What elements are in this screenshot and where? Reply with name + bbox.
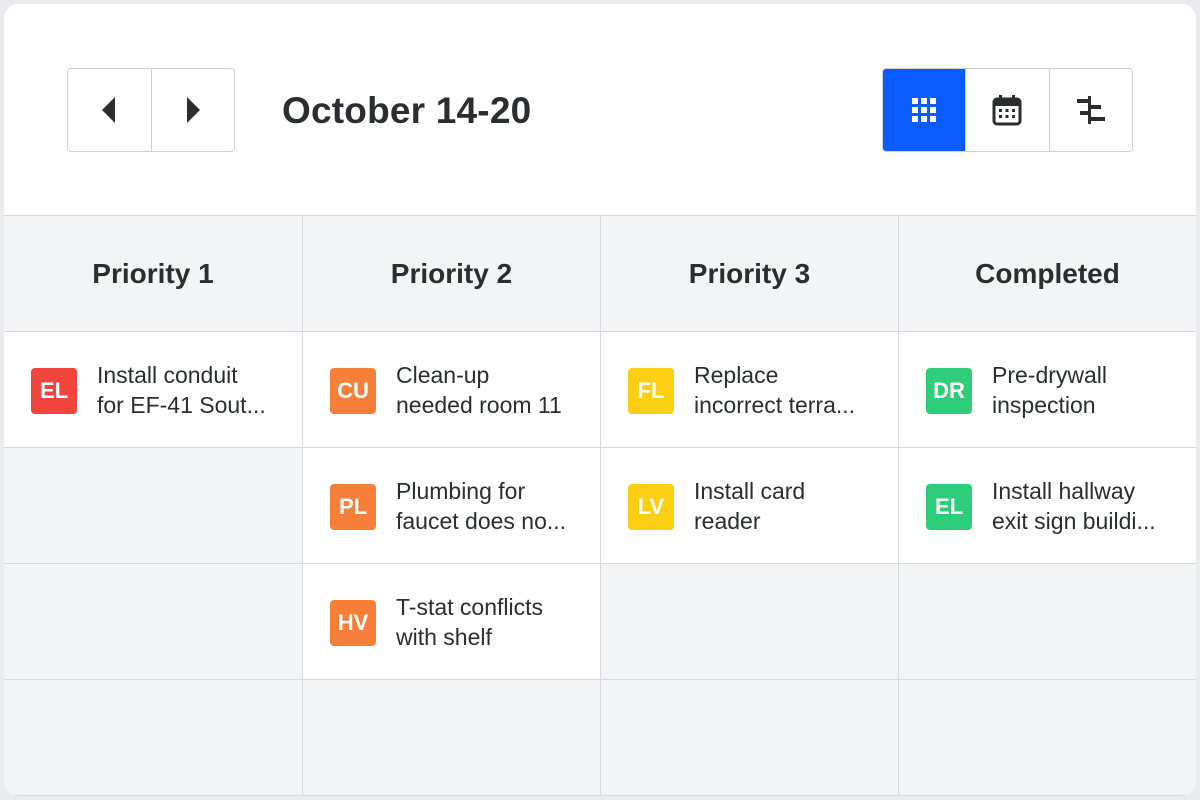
task-title: Replace incorrect terra... <box>694 360 886 420</box>
task-card[interactable]: HV T-stat conflicts with shelf <box>303 564 600 680</box>
task-title: Pre-drywall inspection <box>992 360 1184 420</box>
week-navigation <box>67 68 235 152</box>
column-header: Priority 1 <box>4 216 302 332</box>
task-title-line: Replace <box>694 362 779 388</box>
trade-badge: DR <box>926 368 972 414</box>
empty-cell <box>899 564 1196 680</box>
task-title: Install card reader <box>694 476 886 536</box>
task-card[interactable]: FL Replace incorrect terra... <box>601 332 898 448</box>
empty-cell <box>4 564 302 680</box>
task-title-line: exit sign buildi... <box>992 508 1156 534</box>
task-title-line: needed room 11 <box>396 392 562 418</box>
trade-badge: CU <box>330 368 376 414</box>
kanban-board: Priority 1 EL Install conduit for EF-41 Sou… <box>4 215 1196 796</box>
task-title: T-stat conflicts with shelf <box>396 592 588 652</box>
task-card[interactable]: EL Install hallway exit sign buildi... <box>899 448 1196 564</box>
task-title: Clean-up needed room 11 <box>396 360 588 420</box>
trade-badge: HV <box>330 600 376 646</box>
task-title: Install conduit for EF-41 Sout... <box>97 360 289 420</box>
calendar-view-icon <box>992 95 1022 126</box>
task-card[interactable]: PL Plumbing for faucet does no... <box>303 448 600 564</box>
task-card[interactable]: CU Clean-up needed room 11 <box>303 332 600 448</box>
board-column: Priority 2 CU Clean-up needed room 11 PL Plum… <box>302 216 600 796</box>
gantt-view-button[interactable] <box>1048 69 1132 151</box>
gantt-view-icon <box>1076 96 1105 124</box>
column-header: Priority 3 <box>601 216 898 332</box>
task-title-line: Clean-up <box>396 362 490 388</box>
task-title: Install hallway exit sign buildi... <box>992 476 1184 536</box>
task-title-line: Install hallway <box>992 478 1136 504</box>
task-card[interactable]: LV Install card reader <box>601 448 898 564</box>
empty-cell <box>303 680 600 796</box>
trade-badge: EL <box>926 484 972 530</box>
trade-badge: EL <box>31 368 77 414</box>
date-range-title: October 14-20 <box>282 90 532 131</box>
trade-badge: FL <box>628 368 674 414</box>
task-title-line: inspection <box>992 392 1096 418</box>
task-title-line: faucet does no... <box>396 508 567 534</box>
next-week-button[interactable] <box>150 69 235 151</box>
task-title-line: Install conduit <box>97 362 238 388</box>
task-title-line: Install card <box>694 478 806 504</box>
caret-right-icon <box>186 97 200 123</box>
board-column: Priority 3 FL Replace incorrect terra... LV I… <box>600 216 898 796</box>
grid-view-button[interactable] <box>883 69 966 151</box>
empty-cell <box>601 680 898 796</box>
task-card[interactable]: DR Pre-drywall inspection <box>899 332 1196 448</box>
task-title-line: with shelf <box>396 624 492 650</box>
schedule-board-window: October 14-20 Priority 1 EL Install cond… <box>4 4 1196 796</box>
calendar-view-button[interactable] <box>965 69 1049 151</box>
board-header: October 14-20 <box>4 4 1196 216</box>
empty-cell <box>4 448 302 564</box>
view-switcher <box>882 68 1133 152</box>
empty-cell <box>899 680 1196 796</box>
caret-left-icon <box>102 97 116 123</box>
task-title-line: for EF-41 Sout... <box>97 392 266 418</box>
task-title-line: Plumbing for <box>396 478 526 504</box>
task-title-line: T-stat conflicts <box>396 594 543 620</box>
trade-badge: PL <box>330 484 376 530</box>
board-column: Priority 1 EL Install conduit for EF-41 Sou… <box>4 216 302 796</box>
grid-view-icon <box>912 98 937 122</box>
task-title-line: incorrect terra... <box>694 392 856 418</box>
task-card[interactable]: EL Install conduit for EF-41 Sout... <box>4 332 302 448</box>
column-header: Priority 2 <box>303 216 600 332</box>
empty-cell <box>601 564 898 680</box>
previous-week-button[interactable] <box>68 69 151 151</box>
board-column: Completed DR Pre-drywall inspection EL Instal… <box>898 216 1196 796</box>
task-title-line: Pre-drywall <box>992 362 1108 388</box>
empty-cell <box>4 680 302 796</box>
task-title-line: reader <box>694 508 761 534</box>
trade-badge: LV <box>628 484 674 530</box>
column-header: Completed <box>899 216 1196 332</box>
task-title: Plumbing for faucet does no... <box>396 476 588 536</box>
